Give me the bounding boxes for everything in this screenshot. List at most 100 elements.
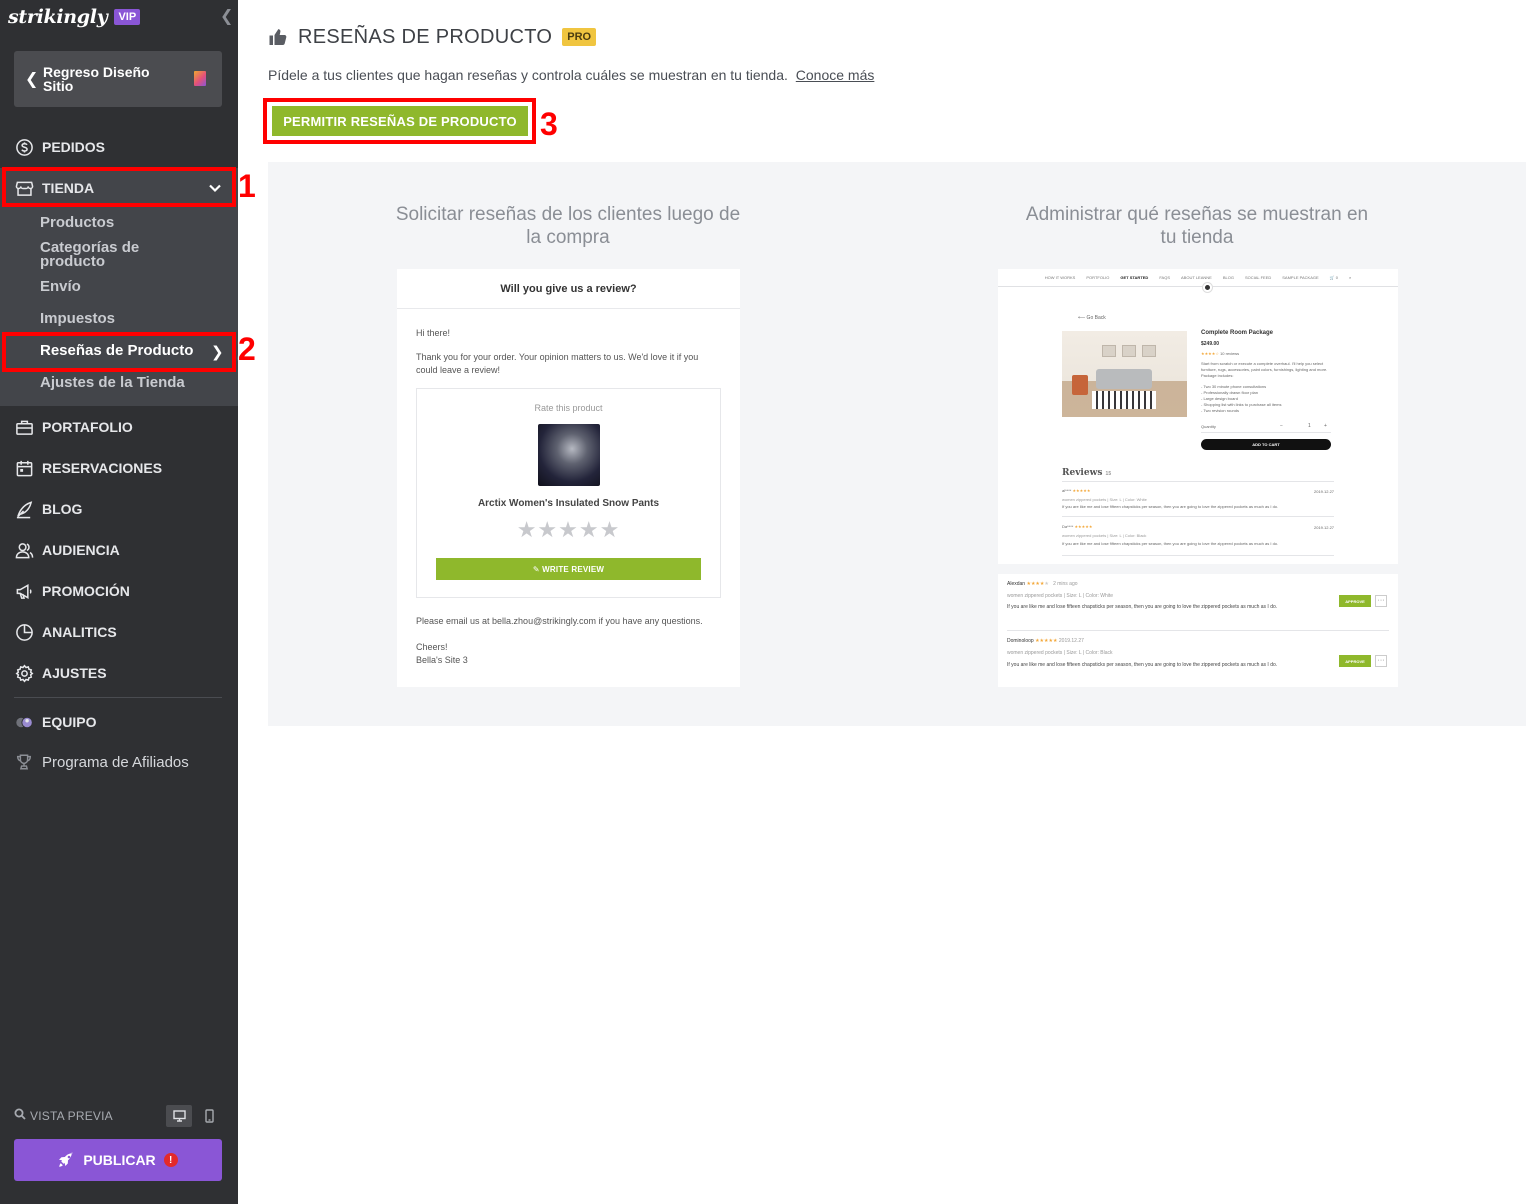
store-review-text: If you are like me and lose fifteen chap…: [1062, 541, 1279, 546]
publish-label: PUBLICAR: [83, 1152, 156, 1168]
subnav-categorias[interactable]: Categorías de producto: [40, 240, 180, 269]
store-logo-icon: [1203, 283, 1212, 292]
desktop-preview-button[interactable]: [166, 1105, 192, 1127]
gear-icon: [14, 663, 34, 683]
thumbs-up-icon: [269, 29, 287, 45]
desktop-icon: [172, 1110, 186, 1122]
annotation-number-3: 3: [540, 106, 558, 142]
email-header: Will you give us a review?: [397, 269, 740, 309]
store-nav-item: 🛒 0: [1329, 275, 1338, 280]
store-reviews-title: Reviews 15: [1062, 468, 1111, 478]
rate-label: Rate this product: [534, 403, 603, 413]
subnav-ajustes-tienda[interactable]: Ajustes de la Tienda: [40, 375, 185, 390]
nav-equipo[interactable]: EQUIPO: [14, 707, 226, 737]
calendar-icon: [14, 458, 34, 478]
admin-divider: [1007, 630, 1389, 631]
review-author: al****: [1062, 488, 1072, 493]
review-author: Da****: [1062, 524, 1074, 529]
brand[interactable]: strikingly VIP: [8, 4, 141, 30]
dollar-circle-icon: [14, 137, 34, 157]
subnav-envio[interactable]: Envío: [40, 279, 81, 294]
store-back-link: ⟵ Go Back: [1078, 315, 1106, 321]
store-review-text: If you are like me and lose fifteen chap…: [1062, 504, 1279, 509]
quill-icon: [14, 499, 34, 519]
nav-analitics-label: ANALITICS: [42, 624, 117, 640]
rocket-icon: [58, 1152, 74, 1168]
write-review-button: ✎ WRITE REVIEW: [436, 558, 701, 580]
admin-review-date: 2019.12.27: [1058, 638, 1084, 644]
annotation-number-1: 1: [238, 168, 256, 204]
rating-stars: ★★★★★: [516, 517, 621, 542]
product-name: Arctix Women's Insulated Snow Pants: [477, 498, 660, 509]
admin-review-text: If you are like me and lose fifteen chap…: [1007, 662, 1278, 668]
nav-blog-label: BLOG: [42, 501, 83, 517]
pro-badge: PRO: [562, 28, 597, 46]
nav-audiencia-label: AUDIENCIA: [42, 542, 120, 558]
store-divider: [1062, 555, 1334, 556]
store-rating-count: 10 reviews: [1220, 351, 1240, 356]
nav-equipo-label: EQUIPO: [42, 714, 97, 730]
store-review-author: al**** ★★★★★: [1062, 488, 1091, 493]
page-title: RESEÑAS DE PRODUCTO PRO: [268, 24, 597, 50]
mobile-icon: [204, 1109, 214, 1123]
learn-more-link[interactable]: Conoce más: [796, 67, 875, 83]
nav-analitics[interactable]: ANALITICS: [14, 617, 226, 647]
email-site-name: Bella's Site 3: [416, 655, 468, 665]
collapse-sidebar-icon[interactable]: ❮: [220, 6, 233, 26]
annotation-box-tienda: [2, 167, 236, 207]
nav-blog[interactable]: BLOG: [14, 494, 226, 524]
request-reviews-title: Solicitar reseñas de los clientes luego …: [395, 204, 741, 248]
preview-label[interactable]: VISTA PREVIA: [30, 1109, 113, 1123]
add-to-cart-button: ADD TO CART: [1201, 439, 1331, 450]
admin-review-meta: women zippered pockets | Size: L | Color…: [1007, 593, 1114, 599]
admin-review-meta: women zippered pockets | Size: L | Color…: [1007, 650, 1113, 656]
store-reviews-title-text: Reviews: [1062, 468, 1103, 478]
annotation-number-2: 2: [238, 331, 256, 367]
subnav-productos[interactable]: Productos: [40, 215, 114, 230]
store-price: $249.00: [1201, 341, 1220, 347]
review-moderation-preview: Alexdan ★★★★★ 2 mins ago women zippered …: [998, 574, 1398, 687]
store-rating: ★★★★☆ 10 reviews: [1201, 351, 1240, 356]
publish-button[interactable]: PUBLICAR !: [14, 1139, 222, 1181]
store-reviews-count: 15: [1105, 471, 1112, 477]
nav-pedidos[interactable]: PEDIDOS: [14, 132, 226, 162]
review-request-email-preview: Will you give us a review? Hi there! Tha…: [397, 269, 740, 687]
mobile-preview-button[interactable]: [196, 1105, 222, 1127]
store-divider: [1062, 516, 1334, 517]
store-quantity-label: Quantity: [1201, 424, 1216, 429]
product-thumbnail: [538, 424, 600, 486]
nav-reservaciones-label: RESERVACIONES: [42, 460, 163, 476]
admin-review-text: If you are like me and lose fifteen chap…: [1007, 604, 1278, 610]
store-nav-item: GET STARTED: [1120, 275, 1149, 280]
sidebar-divider: [14, 697, 222, 698]
store-product-title: Complete Room Package: [1201, 330, 1274, 336]
team-avatars-icon: [14, 712, 34, 732]
store-nav-item: ⌕: [1348, 275, 1352, 280]
back-to-site-design-button[interactable]: ❮ Regreso Diseño Sitio: [14, 51, 222, 107]
trophy-icon: [14, 753, 34, 771]
rate-product-box: Rate this product Arctix Women's Insulat…: [416, 388, 721, 598]
store-nav-item: SOCIAL FEED: [1244, 275, 1272, 280]
nav-ajustes[interactable]: AJUSTES: [14, 658, 226, 688]
store-divider: [1062, 481, 1334, 482]
search-icon: [14, 1107, 26, 1125]
store-divider: [1201, 432, 1331, 433]
affiliate-label: Programa de Afiliados: [42, 753, 189, 771]
pie-chart-icon: [14, 622, 34, 642]
enable-product-reviews-button[interactable]: PERMITIR RESEÑAS DE PRODUCTO: [272, 106, 528, 136]
nav-programa-afiliados[interactable]: Programa de Afiliados: [14, 750, 189, 774]
nav-pedidos-label: PEDIDOS: [42, 139, 106, 155]
nav-portafolio[interactable]: PORTAFOLIO: [14, 412, 226, 442]
nav-promocion[interactable]: PROMOCIÓN: [14, 576, 226, 606]
annotation-box-resenas: [2, 332, 236, 372]
subnav-impuestos[interactable]: Impuestos: [40, 311, 115, 326]
store-review-author: Da**** ★★★★★: [1062, 524, 1093, 529]
page-title-text: RESEÑAS DE PRODUCTO: [298, 25, 553, 48]
store-nav-item: PORTFOLIO: [1086, 275, 1110, 280]
nav-reservaciones[interactable]: RESERVACIONES: [14, 453, 226, 483]
admin-author-name: Dominoloop: [1007, 638, 1034, 644]
nav-audiencia[interactable]: AUDIENCIA: [14, 535, 226, 565]
store-nav-item: FAQS: [1159, 275, 1170, 280]
chevron-left-icon: ❮: [25, 71, 39, 88]
email-footer: Please email us at bella.zhou@strikingly…: [416, 616, 703, 626]
